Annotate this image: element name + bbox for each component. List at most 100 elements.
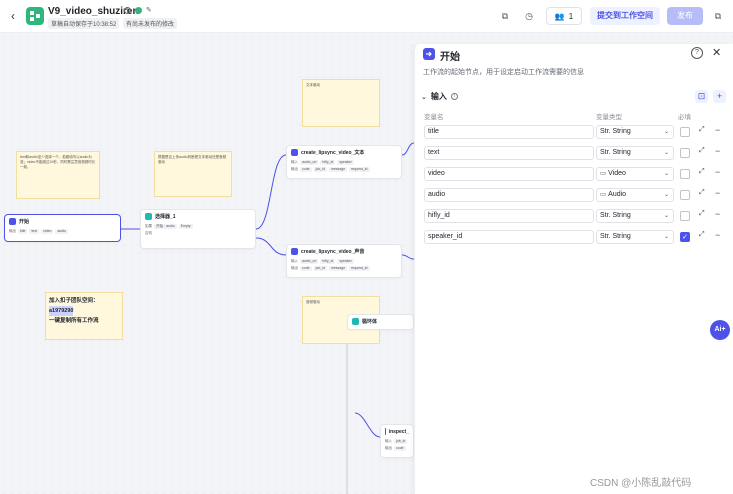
title-icons: i ✎ — [124, 6, 152, 14]
node-outputs: 输出 code job_id message request_id — [287, 166, 401, 173]
input-tag: audio_url — [300, 259, 319, 264]
node-row-label: 输入 — [385, 439, 392, 443]
plugin-node-text[interactable]: create_lipsync_video_文本 输入 audio_url hif… — [286, 145, 402, 179]
node-inputs: 输入 audio_url hifly_id speaker — [287, 159, 401, 166]
variable-type-select[interactable]: Str. String ⌄ — [596, 125, 674, 139]
video-icon: ▭ — [600, 170, 607, 177]
chevron-down-icon: ⌄ — [663, 129, 669, 135]
collaborators-button[interactable]: 👥 1 — [546, 7, 582, 25]
remove-icon[interactable]: − — [715, 209, 720, 219]
remove-icon[interactable]: − — [715, 188, 720, 198]
collaborator-count: 1 — [568, 11, 574, 21]
inspect-node[interactable]: inspect_ 输入 job_id 输出 code — [380, 424, 414, 458]
required-checkbox-checked[interactable]: ✓ — [680, 232, 690, 242]
input-section-header[interactable]: ⌄ 输入 i — [421, 91, 458, 102]
output-tag: code — [394, 446, 406, 451]
promo-line: 一键复制所有工作流 — [49, 318, 99, 324]
expand-icon[interactable]: ⤢ — [699, 231, 705, 239]
node-header: create_lipsync_video_声音 — [287, 245, 401, 258]
variable-type-select[interactable]: ▭ Video ⌄ — [596, 167, 674, 181]
variable-type-select[interactable]: Str. String ⌄ — [596, 209, 674, 223]
info-icon[interactable]: i — [450, 93, 458, 100]
required-checkbox[interactable] — [680, 127, 690, 137]
node-title: create_lipsync_video_文本 — [301, 150, 365, 156]
node-title: create_lipsync_video_声音 — [301, 249, 365, 255]
chevron-down-icon: ⌄ — [663, 192, 669, 198]
required-checkbox[interactable] — [680, 169, 690, 179]
selector-node[interactable]: 选择器_1 如果 开始 · audio Empty 否则 — [140, 209, 256, 249]
copy-icon[interactable]: ⧉ — [498, 9, 512, 23]
required-checkbox[interactable] — [680, 148, 690, 158]
expand-icon[interactable]: ⤢ — [699, 189, 705, 197]
history-icon[interactable]: ◷ — [522, 9, 536, 23]
plugin-icon — [291, 248, 298, 255]
loop-node[interactable]: 循环体 — [347, 314, 414, 330]
sticky-note[interactable]: 文本驱动 — [302, 79, 380, 127]
variable-type-select[interactable]: Str. String ⌄ — [596, 230, 674, 244]
help-icon[interactable]: ? — [691, 47, 703, 59]
expand-icon[interactable]: ⤢ — [699, 126, 705, 134]
node-config-panel: 开始 ? ✕ 工作流的起始节点，用于设定启动工作流需要的信息 ⌄ 输入 i ⊡ … — [414, 44, 733, 494]
publish-button[interactable]: 发布 — [667, 7, 703, 25]
remove-icon[interactable]: − — [715, 146, 720, 156]
output-tag: code — [300, 266, 312, 271]
variable-type-select[interactable]: Str. String ⌄ — [596, 146, 674, 160]
else-row: 否则 — [141, 230, 255, 237]
chevron-down-icon: ⌄ — [663, 213, 669, 219]
expand-icon[interactable]: ⤢ — [699, 210, 705, 218]
plugin-icon — [291, 149, 298, 156]
back-icon[interactable]: ‹ — [6, 9, 20, 23]
status-ok-icon — [135, 6, 142, 14]
promo-note[interactable]: 加入扣子团队空间： a1979290 一键复制所有工作流 — [45, 292, 123, 340]
node-header: create_lipsync_video_文本 — [287, 146, 401, 159]
node-inputs: 输入 job_id — [381, 438, 413, 445]
autosave-badge: 草稿自动保存于10:38:52 — [48, 18, 120, 29]
remove-icon[interactable]: − — [715, 167, 720, 177]
start-node[interactable]: 开始 输出 title text video audio — [4, 214, 121, 242]
input-tag: audio_url — [300, 160, 319, 165]
output-tag: title — [18, 229, 28, 234]
variable-name-input[interactable]: title — [424, 125, 594, 139]
input-tag: speaker — [337, 259, 354, 264]
variable-name-input[interactable]: video — [424, 167, 594, 181]
if-label: 如果 — [145, 224, 152, 228]
node-inputs: 输入 audio_url hifly_id speaker — [287, 258, 401, 265]
expand-icon[interactable]: ⤢ — [699, 147, 705, 155]
ai-assistant-button[interactable]: Ai+ — [710, 320, 730, 340]
node-title: 循环体 — [362, 319, 378, 325]
sticky-note[interactable]: text和audio至少选择一个，若都填写以audio为准；video不能超过1… — [16, 151, 100, 199]
chevron-down-icon: ⌄ — [663, 150, 669, 156]
variable-name-input[interactable]: hifly_id — [424, 209, 594, 223]
close-icon[interactable]: ✕ — [712, 46, 721, 59]
variable-name-input[interactable]: text — [424, 146, 594, 160]
import-icon[interactable]: ⊡ — [695, 90, 708, 103]
workflow-logo-icon — [26, 7, 44, 25]
add-variable-button[interactable]: + — [713, 90, 726, 103]
output-tag: video — [41, 229, 54, 234]
node-outputs: 输出 code — [381, 445, 413, 452]
edit-icon[interactable]: ✎ — [146, 6, 152, 14]
variable-name-input[interactable]: audio — [424, 188, 594, 202]
sticky-note[interactable]: 根据是否上传audio判断是文本驱动还是音频驱动 — [154, 151, 232, 197]
remove-icon[interactable]: − — [715, 230, 720, 240]
variable-name-input[interactable]: speaker_id — [424, 230, 594, 244]
remove-icon[interactable]: − — [715, 125, 720, 135]
layout-icon[interactable]: ⧉ — [711, 9, 725, 23]
submit-to-workspace-button[interactable]: 提交到工作空间 — [590, 7, 660, 25]
node-header: 选择器_1 — [141, 210, 255, 223]
promo-line: 加入扣子团队空间： — [49, 298, 99, 304]
variable-type-value: Video — [608, 170, 626, 177]
required-checkbox[interactable] — [680, 190, 690, 200]
node-title: 开始 — [19, 219, 30, 225]
chevron-down-icon[interactable]: ⌄ — [421, 93, 427, 101]
required-checkbox[interactable] — [680, 211, 690, 221]
node-outputs: 输出 code job_id message request_id — [287, 265, 401, 272]
expand-icon[interactable]: ⤢ — [699, 168, 705, 176]
variable-type-value: Str. String — [600, 212, 631, 219]
info-icon[interactable]: i — [124, 6, 131, 14]
output-tag: audio — [55, 229, 69, 234]
plugin-node-audio[interactable]: create_lipsync_video_声音 输入 audio_url hif… — [286, 244, 402, 278]
output-tag: job_id — [313, 266, 327, 271]
variable-type-select[interactable]: ▭ Audio ⌄ — [596, 188, 674, 202]
input-tag: job_id — [394, 439, 408, 444]
